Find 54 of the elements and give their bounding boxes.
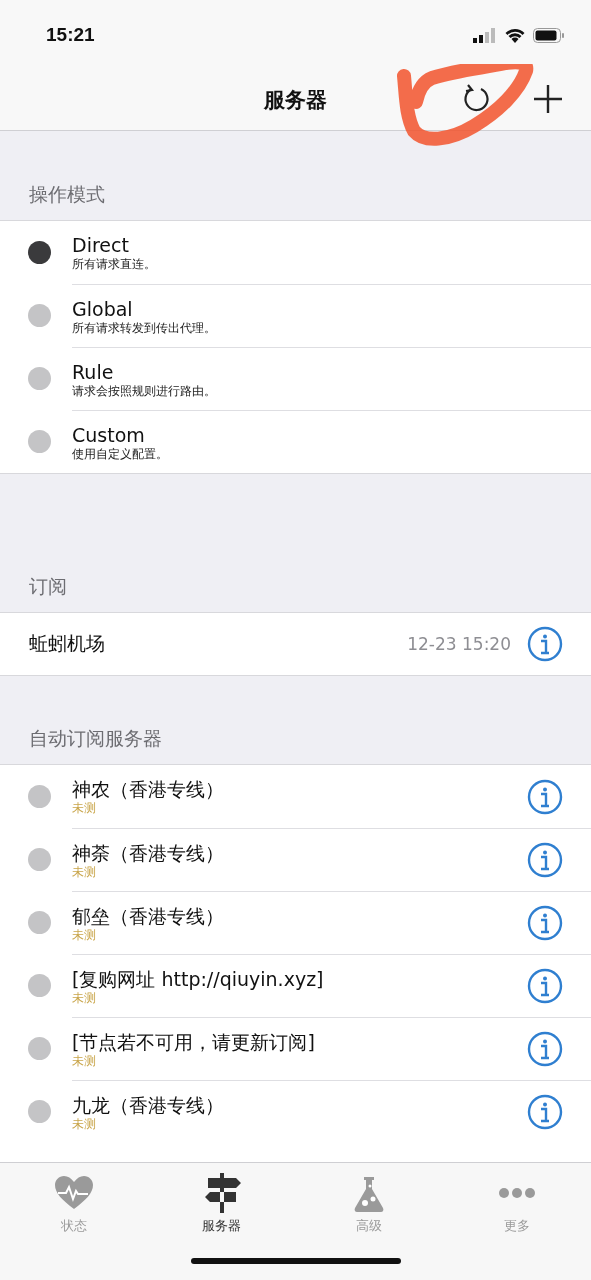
add-icon[interactable]: [531, 82, 565, 116]
server-name: 九龙（香港专线）: [72, 1092, 224, 1117]
server-status: 未测: [72, 1053, 96, 1069]
section-header: 自动订阅服务器: [28, 726, 163, 751]
mode-name: Custom: [72, 422, 145, 447]
info-icon[interactable]: [527, 1031, 563, 1067]
radio-dot[interactable]: [28, 304, 51, 327]
tab-item[interactable]: 服务器: [147, 1173, 296, 1235]
server-status: 未测: [72, 927, 96, 943]
radio-dot[interactable]: [28, 911, 51, 934]
mode-description: 所有请求直连。: [72, 257, 156, 272]
info-icon[interactable]: [527, 905, 563, 941]
server-status: 未测: [72, 990, 96, 1006]
server-name: 郁垒（香港专线）: [72, 903, 224, 928]
info-icon[interactable]: [527, 842, 563, 878]
more-icon: [497, 1187, 538, 1199]
server-name: [复购网址 http://qiuyin.xyz]: [72, 966, 324, 991]
update-time: 12-23 15:20: [407, 634, 511, 654]
nav-title: 服务器: [264, 87, 327, 114]
wifi-icon: [504, 27, 526, 43]
radio-dot[interactable]: [28, 367, 51, 390]
signal-icon: [473, 27, 497, 43]
server-name: [节点若不可用，请更新订阅]: [72, 1029, 315, 1054]
radio-dot[interactable]: [28, 430, 51, 453]
radio-dot[interactable]: [28, 1037, 51, 1060]
mode-row[interactable]: Custom 使用自定义配置。: [0, 410, 591, 473]
mode-name: Direct: [72, 233, 129, 257]
radio-dot[interactable]: [28, 974, 51, 997]
info-icon[interactable]: [527, 1094, 563, 1130]
server-status: 未测: [72, 864, 96, 880]
section-header: 操作模式: [28, 182, 106, 207]
status-time: 15:21: [46, 24, 95, 46]
mode-name: Global: [72, 296, 133, 321]
info-icon[interactable]: [527, 626, 563, 662]
mode-row[interactable]: Rule 请求会按照规则进行路由。: [0, 347, 591, 410]
mode-description: 所有请求转发到传出代理。: [72, 320, 216, 336]
mode-description: 使用自定义配置。: [72, 446, 168, 462]
mode-row[interactable]: Global 所有请求转发到传出代理。: [0, 284, 591, 347]
section-header: 订阅: [28, 574, 68, 599]
server-status: 未测: [72, 801, 96, 816]
radio-dot[interactable]: [28, 848, 51, 871]
mode-row[interactable]: Direct 所有请求直连。: [0, 221, 591, 284]
radio-dot[interactable]: [28, 241, 51, 264]
mode-description: 请求会按照规则进行路由。: [72, 383, 216, 399]
subscription-name: 蚯蚓机场: [29, 631, 106, 656]
info-icon[interactable]: [527, 778, 563, 815]
battery-icon: [533, 27, 565, 43]
server-name: 神农（香港专线）: [72, 777, 224, 801]
radio-dot[interactable]: [28, 785, 51, 808]
radio-dot[interactable]: [28, 1100, 51, 1123]
server-name: 神荼（香港专线）: [72, 840, 224, 865]
mode-name: Rule: [72, 359, 114, 384]
server-status: 未测: [72, 1116, 96, 1132]
info-icon[interactable]: [527, 968, 563, 1004]
